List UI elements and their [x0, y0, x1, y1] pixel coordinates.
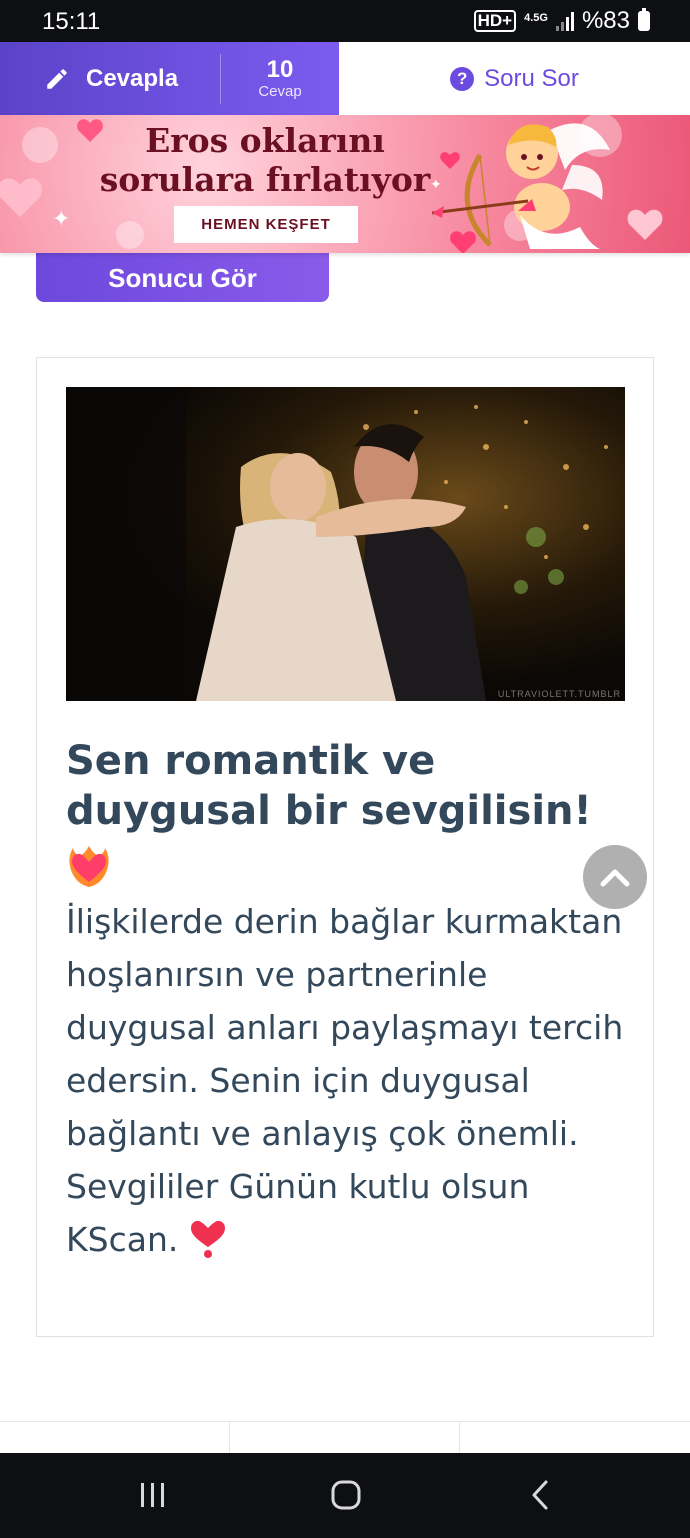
heart-on-fire-icon: [69, 846, 109, 887]
status-time: 15:11: [42, 8, 101, 35]
banner-cta-button[interactable]: HEMEN KEŞFET: [174, 206, 358, 243]
cupid-illustration: [432, 123, 610, 249]
answer-button[interactable]: Cevapla 10 Cevap: [0, 42, 339, 115]
chevron-up-icon: [600, 869, 630, 887]
see-result-label: Sonucu Gör: [108, 262, 257, 293]
battery-percentage: %83: [581, 7, 630, 34]
heart-exclamation-icon: [190, 1220, 225, 1258]
question-action-bar: Cevapla 10 Cevap ? Soru Sor: [0, 42, 690, 115]
ask-question-button[interactable]: ? Soru Sor: [339, 42, 690, 115]
system-navigation-bar: [0, 1453, 690, 1538]
battery-icon: [638, 8, 650, 31]
pencil-icon: [47, 68, 67, 89]
hd-voice-icon: HD+: [473, 10, 517, 32]
answer-button-label: Cevapla: [86, 64, 179, 92]
network-type-label: 4.5G: [524, 11, 548, 24]
sparkle-icon: ✦: [52, 207, 71, 232]
footer-cell: [460, 1422, 690, 1454]
heart-left: [0, 178, 42, 217]
footer-grid: [0, 1421, 690, 1454]
sparkle-icon: ✦: [430, 177, 442, 193]
home-icon: [331, 1480, 361, 1510]
recent-apps-button[interactable]: [123, 1475, 183, 1515]
back-button[interactable]: [510, 1475, 570, 1515]
signal-icon: [555, 11, 574, 31]
status-indicators: HD+ 4.5G %83: [473, 7, 650, 35]
banner-title: Eros oklarını sorulara fırlatıyor: [99, 121, 431, 199]
ask-question-label: Soru Sor: [484, 64, 579, 92]
result-title: Sen romantik ve duygusal bir sevgilisin!: [66, 736, 611, 900]
valentine-banner[interactable]: Eros oklarını sorulara fırlatıyor HEMEN …: [0, 115, 690, 253]
answer-count-number: 10: [266, 55, 294, 83]
question-mark-icon: ?: [450, 66, 475, 91]
footer-cell: [0, 1422, 230, 1454]
recent-apps-icon: [141, 1483, 164, 1507]
back-icon: [532, 1480, 548, 1510]
status-bar: 15:11 HD+ 4.5G %83: [0, 0, 690, 42]
answer-count-label: Cevap: [258, 82, 302, 100]
home-button[interactable]: [316, 1475, 376, 1515]
answer-count: 10 Cevap: [221, 55, 339, 101]
result-gif-image: ULTRAVIOLETT.TUMBLR: [66, 387, 625, 701]
couple-dancing-illustration: ULTRAVIOLETT.TUMBLR: [66, 387, 625, 701]
scroll-to-top-button[interactable]: [583, 845, 647, 909]
result-description: İlişkilerde derin bağlar kurmaktan hoşla…: [66, 902, 624, 1259]
image-watermark: ULTRAVIOLETT.TUMBLR: [498, 689, 621, 699]
result-card: ULTRAVIOLETT.TUMBLR Sen romantik ve duyg…: [36, 357, 654, 1337]
footer-cell: [230, 1422, 460, 1454]
